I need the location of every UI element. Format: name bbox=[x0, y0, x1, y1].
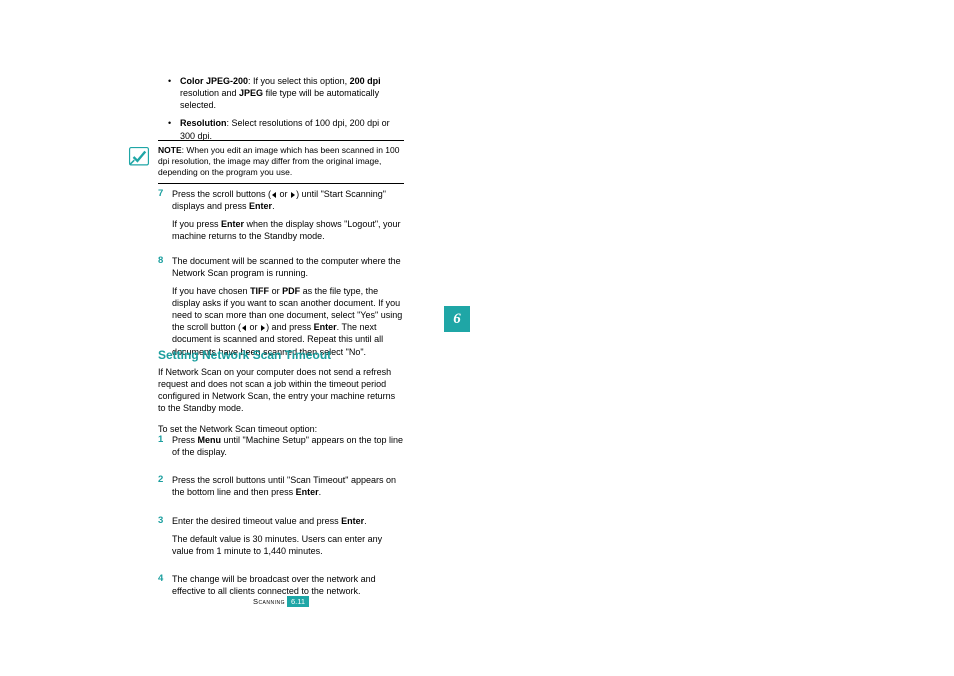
document-page: Color JPEG-200: If you select this optio… bbox=[0, 0, 954, 676]
note-label: NOTE bbox=[158, 145, 182, 155]
step-text: If you have chosen TIFF or PDF as the fi… bbox=[172, 285, 404, 358]
step-item: 1 Press Menu until "Machine Setup" appea… bbox=[158, 434, 404, 464]
step-text: Press the scroll buttons ( or ) until "S… bbox=[172, 188, 404, 212]
step-text: The document will be scanned to the comp… bbox=[172, 255, 404, 279]
arrow-left-icon bbox=[242, 325, 246, 331]
intro-text: To set the Network Scan timeout option: bbox=[158, 423, 404, 435]
arrow-left-icon bbox=[272, 192, 276, 198]
step-text: Press the scroll buttons until "Scan Tim… bbox=[172, 474, 404, 498]
step-item: 3 Enter the desired timeout value and pr… bbox=[158, 515, 404, 563]
footer-section: Scanning bbox=[253, 597, 285, 606]
step-item: 7 Press the scroll buttons ( or ) until … bbox=[158, 188, 404, 249]
footer-page-number: 6.11 bbox=[287, 596, 309, 607]
step-text: Press Menu until "Machine Setup" appears… bbox=[172, 434, 404, 458]
bullet-label: Resolution bbox=[180, 118, 227, 128]
steps-list-lower: 1 Press Menu until "Machine Setup" appea… bbox=[158, 434, 404, 609]
page-footer: Scanning6.11 bbox=[158, 596, 404, 607]
bullet-section: Color JPEG-200: If you select this optio… bbox=[158, 75, 404, 148]
chapter-tab: 6 bbox=[444, 306, 470, 332]
arrow-right-icon bbox=[261, 325, 265, 331]
step-text: The default value is 30 minutes. Users c… bbox=[172, 533, 404, 557]
step-text: The change will be broadcast over the ne… bbox=[172, 573, 404, 597]
step-text: If you press Enter when the display show… bbox=[172, 218, 404, 242]
steps-list-upper: 7 Press the scroll buttons ( or ) until … bbox=[158, 188, 404, 370]
step-number: 1 bbox=[158, 434, 172, 464]
step-number: 3 bbox=[158, 515, 172, 563]
section-heading: Setting Network Scan Timeout bbox=[158, 348, 331, 362]
step-item: 2 Press the scroll buttons until "Scan T… bbox=[158, 474, 404, 504]
intro-block: If Network Scan on your computer does no… bbox=[158, 366, 404, 443]
arrow-right-icon bbox=[291, 192, 295, 198]
note-text: : When you edit an image which has been … bbox=[158, 145, 399, 177]
intro-text: If Network Scan on your computer does no… bbox=[158, 366, 404, 415]
bullet-label: Color JPEG-200 bbox=[180, 76, 248, 86]
step-text: Enter the desired timeout value and pres… bbox=[172, 515, 404, 527]
note-block: NOTE: When you edit an image which has b… bbox=[158, 140, 404, 184]
note-icon bbox=[128, 146, 150, 168]
bullet-item: Color JPEG-200: If you select this optio… bbox=[172, 75, 404, 111]
step-number: 2 bbox=[158, 474, 172, 504]
bullet-item: Resolution: Select resolutions of 100 dp… bbox=[172, 117, 404, 141]
step-number: 7 bbox=[158, 188, 172, 249]
